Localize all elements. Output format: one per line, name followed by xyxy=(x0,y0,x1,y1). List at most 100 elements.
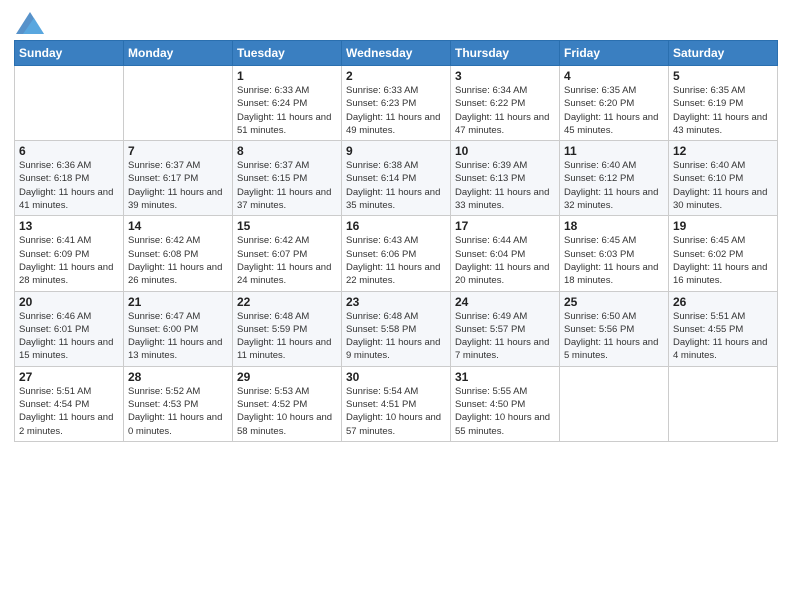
day-number: 13 xyxy=(19,219,119,233)
day-number: 27 xyxy=(19,370,119,384)
day-info: Sunrise: 6:37 AM Sunset: 6:17 PM Dayligh… xyxy=(128,159,228,212)
day-number: 9 xyxy=(346,144,446,158)
calendar-cell: 20Sunrise: 6:46 AM Sunset: 6:01 PM Dayli… xyxy=(15,291,124,366)
calendar-cell: 22Sunrise: 6:48 AM Sunset: 5:59 PM Dayli… xyxy=(233,291,342,366)
calendar-weekday: Saturday xyxy=(669,41,778,66)
day-info: Sunrise: 6:45 AM Sunset: 6:03 PM Dayligh… xyxy=(564,234,664,287)
day-number: 1 xyxy=(237,69,337,83)
day-info: Sunrise: 6:40 AM Sunset: 6:12 PM Dayligh… xyxy=(564,159,664,212)
day-number: 25 xyxy=(564,295,664,309)
calendar-cell: 5Sunrise: 6:35 AM Sunset: 6:19 PM Daylig… xyxy=(669,66,778,141)
day-info: Sunrise: 6:37 AM Sunset: 6:15 PM Dayligh… xyxy=(237,159,337,212)
day-number: 5 xyxy=(673,69,773,83)
day-info: Sunrise: 6:43 AM Sunset: 6:06 PM Dayligh… xyxy=(346,234,446,287)
calendar-cell: 10Sunrise: 6:39 AM Sunset: 6:13 PM Dayli… xyxy=(451,141,560,216)
calendar-cell xyxy=(560,366,669,441)
day-info: Sunrise: 6:35 AM Sunset: 6:19 PM Dayligh… xyxy=(673,84,773,137)
calendar-weekday: Wednesday xyxy=(342,41,451,66)
day-info: Sunrise: 6:44 AM Sunset: 6:04 PM Dayligh… xyxy=(455,234,555,287)
day-number: 18 xyxy=(564,219,664,233)
day-info: Sunrise: 6:42 AM Sunset: 6:07 PM Dayligh… xyxy=(237,234,337,287)
day-info: Sunrise: 5:54 AM Sunset: 4:51 PM Dayligh… xyxy=(346,385,446,438)
day-info: Sunrise: 5:55 AM Sunset: 4:50 PM Dayligh… xyxy=(455,385,555,438)
calendar-cell: 30Sunrise: 5:54 AM Sunset: 4:51 PM Dayli… xyxy=(342,366,451,441)
day-number: 15 xyxy=(237,219,337,233)
calendar-cell: 15Sunrise: 6:42 AM Sunset: 6:07 PM Dayli… xyxy=(233,216,342,291)
logo-icon xyxy=(16,12,44,34)
calendar-cell: 29Sunrise: 5:53 AM Sunset: 4:52 PM Dayli… xyxy=(233,366,342,441)
calendar-cell: 27Sunrise: 5:51 AM Sunset: 4:54 PM Dayli… xyxy=(15,366,124,441)
day-info: Sunrise: 6:34 AM Sunset: 6:22 PM Dayligh… xyxy=(455,84,555,137)
calendar-cell: 28Sunrise: 5:52 AM Sunset: 4:53 PM Dayli… xyxy=(124,366,233,441)
logo xyxy=(14,14,44,34)
calendar-cell xyxy=(15,66,124,141)
day-number: 12 xyxy=(673,144,773,158)
calendar-weekday: Sunday xyxy=(15,41,124,66)
day-info: Sunrise: 6:41 AM Sunset: 6:09 PM Dayligh… xyxy=(19,234,119,287)
day-info: Sunrise: 6:38 AM Sunset: 6:14 PM Dayligh… xyxy=(346,159,446,212)
day-number: 11 xyxy=(564,144,664,158)
day-info: Sunrise: 6:50 AM Sunset: 5:56 PM Dayligh… xyxy=(564,310,664,363)
day-number: 4 xyxy=(564,69,664,83)
calendar-cell: 1Sunrise: 6:33 AM Sunset: 6:24 PM Daylig… xyxy=(233,66,342,141)
day-number: 21 xyxy=(128,295,228,309)
calendar-cell: 4Sunrise: 6:35 AM Sunset: 6:20 PM Daylig… xyxy=(560,66,669,141)
day-info: Sunrise: 6:46 AM Sunset: 6:01 PM Dayligh… xyxy=(19,310,119,363)
day-number: 29 xyxy=(237,370,337,384)
day-info: Sunrise: 6:39 AM Sunset: 6:13 PM Dayligh… xyxy=(455,159,555,212)
calendar-cell: 7Sunrise: 6:37 AM Sunset: 6:17 PM Daylig… xyxy=(124,141,233,216)
calendar-cell: 11Sunrise: 6:40 AM Sunset: 6:12 PM Dayli… xyxy=(560,141,669,216)
day-info: Sunrise: 6:49 AM Sunset: 5:57 PM Dayligh… xyxy=(455,310,555,363)
day-info: Sunrise: 6:48 AM Sunset: 5:58 PM Dayligh… xyxy=(346,310,446,363)
day-info: Sunrise: 6:47 AM Sunset: 6:00 PM Dayligh… xyxy=(128,310,228,363)
day-info: Sunrise: 6:40 AM Sunset: 6:10 PM Dayligh… xyxy=(673,159,773,212)
calendar-cell: 3Sunrise: 6:34 AM Sunset: 6:22 PM Daylig… xyxy=(451,66,560,141)
day-info: Sunrise: 6:33 AM Sunset: 6:24 PM Dayligh… xyxy=(237,84,337,137)
calendar-cell: 17Sunrise: 6:44 AM Sunset: 6:04 PM Dayli… xyxy=(451,216,560,291)
calendar-cell: 24Sunrise: 6:49 AM Sunset: 5:57 PM Dayli… xyxy=(451,291,560,366)
calendar-cell: 2Sunrise: 6:33 AM Sunset: 6:23 PM Daylig… xyxy=(342,66,451,141)
day-number: 7 xyxy=(128,144,228,158)
day-info: Sunrise: 6:33 AM Sunset: 6:23 PM Dayligh… xyxy=(346,84,446,137)
day-number: 20 xyxy=(19,295,119,309)
calendar-weekday: Friday xyxy=(560,41,669,66)
calendar-cell: 12Sunrise: 6:40 AM Sunset: 6:10 PM Dayli… xyxy=(669,141,778,216)
day-number: 16 xyxy=(346,219,446,233)
calendar-weekday: Tuesday xyxy=(233,41,342,66)
day-number: 24 xyxy=(455,295,555,309)
day-info: Sunrise: 5:52 AM Sunset: 4:53 PM Dayligh… xyxy=(128,385,228,438)
page: SundayMondayTuesdayWednesdayThursdayFrid… xyxy=(0,0,792,612)
calendar-weekday: Monday xyxy=(124,41,233,66)
calendar-cell: 23Sunrise: 6:48 AM Sunset: 5:58 PM Dayli… xyxy=(342,291,451,366)
day-number: 23 xyxy=(346,295,446,309)
calendar-cell: 31Sunrise: 5:55 AM Sunset: 4:50 PM Dayli… xyxy=(451,366,560,441)
calendar-cell: 18Sunrise: 6:45 AM Sunset: 6:03 PM Dayli… xyxy=(560,216,669,291)
day-number: 14 xyxy=(128,219,228,233)
day-info: Sunrise: 5:51 AM Sunset: 4:55 PM Dayligh… xyxy=(673,310,773,363)
calendar-cell xyxy=(669,366,778,441)
calendar-week-row: 13Sunrise: 6:41 AM Sunset: 6:09 PM Dayli… xyxy=(15,216,778,291)
calendar-cell: 26Sunrise: 5:51 AM Sunset: 4:55 PM Dayli… xyxy=(669,291,778,366)
calendar-week-row: 6Sunrise: 6:36 AM Sunset: 6:18 PM Daylig… xyxy=(15,141,778,216)
calendar-cell: 9Sunrise: 6:38 AM Sunset: 6:14 PM Daylig… xyxy=(342,141,451,216)
calendar-cell: 14Sunrise: 6:42 AM Sunset: 6:08 PM Dayli… xyxy=(124,216,233,291)
day-info: Sunrise: 5:51 AM Sunset: 4:54 PM Dayligh… xyxy=(19,385,119,438)
calendar-week-row: 27Sunrise: 5:51 AM Sunset: 4:54 PM Dayli… xyxy=(15,366,778,441)
calendar-cell: 16Sunrise: 6:43 AM Sunset: 6:06 PM Dayli… xyxy=(342,216,451,291)
day-number: 17 xyxy=(455,219,555,233)
day-info: Sunrise: 6:42 AM Sunset: 6:08 PM Dayligh… xyxy=(128,234,228,287)
calendar-header-row: SundayMondayTuesdayWednesdayThursdayFrid… xyxy=(15,41,778,66)
calendar-cell: 13Sunrise: 6:41 AM Sunset: 6:09 PM Dayli… xyxy=(15,216,124,291)
calendar-week-row: 1Sunrise: 6:33 AM Sunset: 6:24 PM Daylig… xyxy=(15,66,778,141)
calendar-cell: 19Sunrise: 6:45 AM Sunset: 6:02 PM Dayli… xyxy=(669,216,778,291)
day-number: 3 xyxy=(455,69,555,83)
day-number: 30 xyxy=(346,370,446,384)
calendar: SundayMondayTuesdayWednesdayThursdayFrid… xyxy=(14,40,778,442)
day-number: 26 xyxy=(673,295,773,309)
calendar-cell: 8Sunrise: 6:37 AM Sunset: 6:15 PM Daylig… xyxy=(233,141,342,216)
day-info: Sunrise: 5:53 AM Sunset: 4:52 PM Dayligh… xyxy=(237,385,337,438)
day-info: Sunrise: 6:48 AM Sunset: 5:59 PM Dayligh… xyxy=(237,310,337,363)
header xyxy=(14,10,778,34)
day-number: 8 xyxy=(237,144,337,158)
day-number: 31 xyxy=(455,370,555,384)
